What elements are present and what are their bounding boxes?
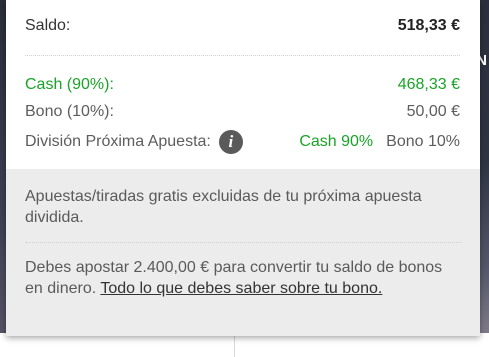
bono-label: Bono (10%): <box>25 103 114 120</box>
balance-value: 518,33 € <box>397 17 460 34</box>
bonus-info-link[interactable]: Todo lo que debes saber sobre tu bono. <box>100 280 382 297</box>
next-bet-split-label-group: División Próxima Apuesta: i <box>25 130 243 154</box>
balance-divider <box>25 55 460 56</box>
background-bottom-bar <box>0 333 489 357</box>
bono-value: 50,00 € <box>406 103 460 120</box>
balance-row: Saldo: 518,33 € <box>25 0 460 52</box>
background-bottom-divider <box>234 333 235 357</box>
split-bono-label: Bono 10% <box>386 133 460 150</box>
next-bet-split-label: División Próxima Apuesta: <box>25 133 211 150</box>
balance-label: Saldo: <box>25 17 71 34</box>
next-bet-split-row: División Próxima Apuesta: i Cash 90% Bon… <box>25 127 460 157</box>
balance-popup: Saldo: 518,33 € Cash (90%): 468,33 € Bon… <box>6 0 480 336</box>
bonus-notes: Apuestas/tiradas gratis excluidas de tu … <box>6 169 480 336</box>
wagering-note: Debes apostar 2.400,00 € para convertir … <box>25 243 461 299</box>
free-bets-note: Apuestas/tiradas gratis excluidas de tu … <box>25 169 461 243</box>
cash-row: Cash (90%): 468,33 € <box>25 74 460 96</box>
cash-label: Cash (90%): <box>25 76 114 93</box>
cash-value: 468,33 € <box>397 76 460 93</box>
bono-row: Bono (10%): 50,00 € <box>25 99 460 125</box>
info-icon[interactable]: i <box>218 130 243 154</box>
split-cash-label: Cash 90% <box>299 133 374 150</box>
next-bet-split-values: Cash 90% Bono 10% <box>299 133 460 151</box>
balance-summary: Saldo: 518,33 € Cash (90%): 468,33 € Bon… <box>6 0 480 169</box>
